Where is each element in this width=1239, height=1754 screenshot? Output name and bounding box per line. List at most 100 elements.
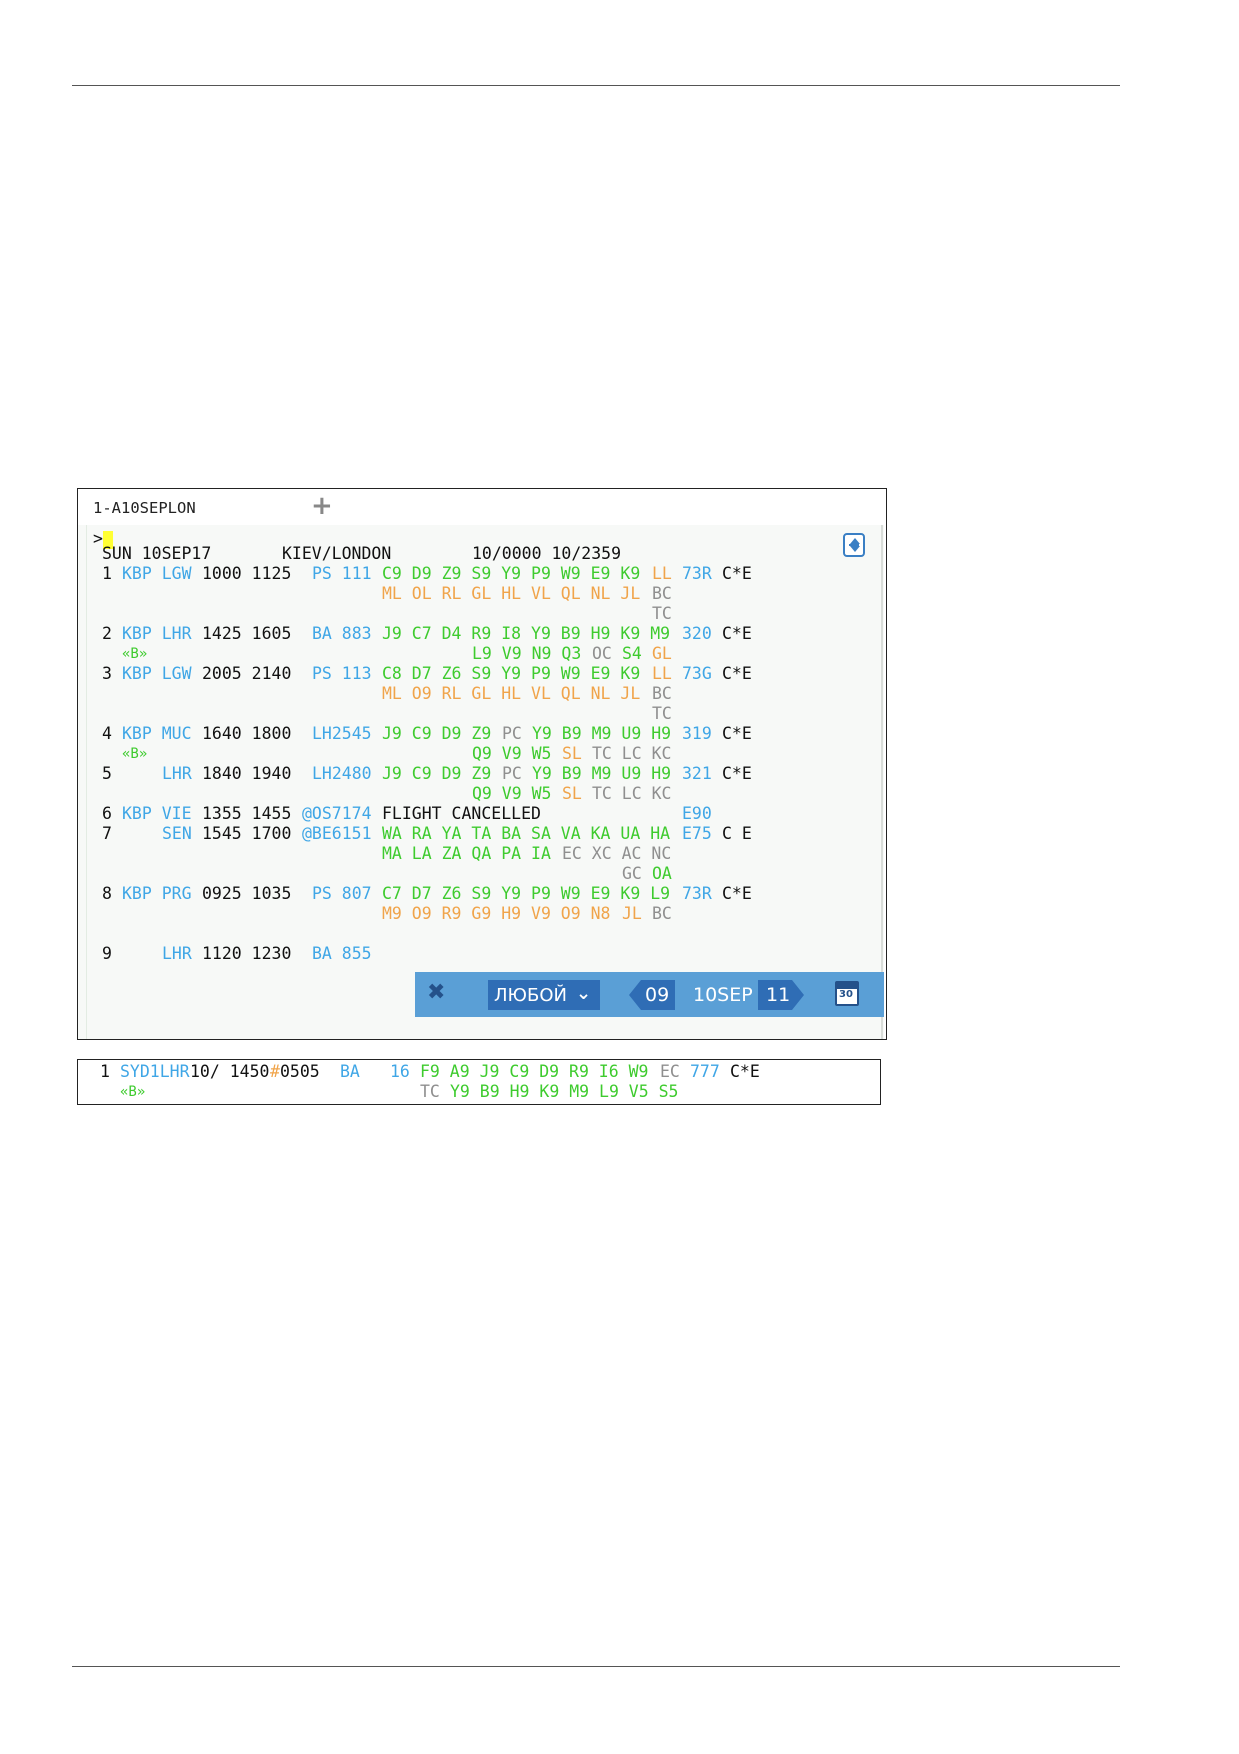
- terminal-text: LHR: [162, 764, 192, 783]
- terminal-text: BC: [652, 684, 672, 703]
- terminal-line: 4 KBP MUC 1640 1800 LH2545 J9 C9 D9 Z9 PC Y9 B…: [78, 724, 886, 744]
- chevron-down-icon: ⌄: [576, 983, 592, 1004]
- terminal-line: TC: [78, 704, 886, 724]
- terminal-text: GL: [652, 644, 672, 663]
- terminal-text: C*E: [722, 564, 752, 583]
- terminal-line: 1 KBP LGW 1000 1125 PS 111 C9 D9 Z9 S9 Y9 P9…: [78, 564, 886, 584]
- terminal-text: 1000 1125: [202, 564, 292, 583]
- terminal-text: 73R: [682, 884, 712, 903]
- terminal-text: KIEV/LONDON: [282, 544, 392, 563]
- plus-icon[interactable]: +: [311, 491, 333, 521]
- terminal-text: 0505: [280, 1062, 320, 1081]
- terminal-text: @OS7174: [302, 804, 372, 823]
- terminal-text: SEN: [162, 824, 192, 843]
- terminal-text: J9 C9 D9 Z9: [382, 764, 492, 783]
- terminal-text: 10/0000 10/2359: [472, 544, 622, 563]
- terminal-tab[interactable]: 1-A10SEPLON: [93, 499, 196, 517]
- terminal-text: J9 C9 D9 Z9: [382, 724, 492, 743]
- terminal-text: LL: [652, 564, 672, 583]
- terminal-text: KBP LGW: [122, 664, 192, 683]
- terminal-text: 1120 1230: [202, 944, 292, 963]
- terminal-text: C*E: [722, 624, 752, 643]
- terminal-text: F9 A9 J9 C9 D9 R9 I6 W9: [420, 1062, 649, 1081]
- terminal-line: 9 LHR 1120 1230 BA 855: [78, 944, 886, 964]
- terminal-text: 8: [102, 884, 112, 903]
- terminal-text: TC: [652, 704, 672, 723]
- terminal-text: 10/ 1450: [190, 1062, 270, 1081]
- terminal-text: OA: [652, 864, 672, 883]
- terminal-text: C8 D7 Z6 S9 Y9 P9 W9 E9 K9: [382, 664, 641, 683]
- terminal-window: 1-A10SEPLON + > SUN 10SEP17 KIEV/LONDON 10…: [77, 488, 887, 1040]
- terminal-line: 1 SYD1LHR 10/ 1450 #0505 BA 16 F9 A9 J9 C9 D9 …: [78, 1062, 880, 1082]
- terminal-text: 0925 1035: [202, 884, 292, 903]
- terminal-text: TC: [652, 604, 672, 623]
- terminal-text: JL: [622, 904, 642, 923]
- terminal-text: 73G: [682, 664, 712, 683]
- terminal-text: MA LA ZA QA PA IA: [382, 844, 551, 863]
- terminal-line: 3 KBP LGW 2005 2140 PS 113 C8 D7 Z6 S9 Y9 P9…: [78, 664, 886, 684]
- terminal-text: KBP LHR: [122, 624, 192, 643]
- terminal-text: 6: [102, 804, 112, 823]
- terminal-text: LH2545: [312, 724, 372, 743]
- terminal-text: 2005 2140: [202, 664, 292, 683]
- terminal-line: TC: [78, 604, 886, 624]
- terminal-text: PS 113: [312, 664, 372, 683]
- prev-date-button[interactable]: 09: [629, 980, 675, 1010]
- terminal-text: SL: [562, 784, 582, 803]
- calendar-icon-number: 30: [839, 989, 853, 1000]
- terminal-text: 7: [102, 824, 112, 843]
- terminal-text: #: [270, 1062, 280, 1081]
- terminal-text: TC: [420, 1082, 440, 1101]
- terminal-text: EC: [660, 1062, 680, 1081]
- terminal-text: C E: [722, 824, 752, 843]
- terminal-text: «B»: [122, 646, 148, 662]
- terminal-line: «B» Q9 V9 W5 SL TC LC KC: [78, 744, 886, 764]
- terminal-line: 5 LHR 1840 1940 LH2480 J9 C9 D9 Z9 PC Y9 B9 M9…: [78, 764, 886, 784]
- close-icon[interactable]: ✖: [427, 980, 445, 1005]
- terminal-text: WA RA YA TA BA SA VA KA UA HA: [382, 824, 671, 843]
- terminal-text: C*E: [722, 884, 752, 903]
- current-date: 10SEP: [693, 984, 753, 1006]
- terminal-text: KBP LGW: [122, 564, 192, 583]
- terminal-text: TC LC KC: [592, 744, 672, 763]
- terminal-text: Q9 V9 W5: [472, 744, 552, 763]
- terminal-text: LL: [652, 664, 672, 683]
- terminal-text: PC: [502, 764, 522, 783]
- terminal-text: Y9 B9 M9 U9 H9: [532, 724, 672, 743]
- terminal-line: 6 KBP VIE 1355 1455 @OS7174 FLIGHT CANCELLED…: [78, 804, 886, 824]
- terminal-text: Y9 B9 H9 K9 M9 L9 V5 S5: [450, 1082, 679, 1101]
- filter-select[interactable]: ЛЮБОЙ ⌄: [488, 980, 600, 1010]
- terminal-text: L9 V9 N9 Q3: [472, 644, 582, 663]
- terminal-text: Y9 B9 M9 U9 H9: [532, 764, 672, 783]
- terminal-text: C*E: [722, 724, 752, 743]
- terminal-line: ML O9 RL GL HL VL QL NL JL BC: [78, 684, 886, 704]
- terminal-text: 4: [102, 724, 112, 743]
- terminal-text: PS 111: [312, 564, 372, 583]
- terminal-text: BA 883: [312, 624, 372, 643]
- terminal-text: BA: [340, 1062, 360, 1081]
- terminal-text: S4: [622, 644, 642, 663]
- next-date-label: 11: [766, 984, 791, 1006]
- terminal-text: 1: [102, 564, 112, 583]
- terminal-text: 16: [390, 1062, 410, 1081]
- terminal-text: C*E: [730, 1062, 760, 1081]
- terminal-text: @BE6151: [302, 824, 372, 843]
- terminal-line: 7 SEN 1545 1700 @BE6151 WA RA YA TA BA SA VA…: [78, 824, 886, 844]
- terminal-text: KBP PRG: [122, 884, 192, 903]
- terminal-text: M9 O9 R9 G9 H9 V9 O9 N8: [382, 904, 611, 923]
- terminal-text: FLIGHT CANCELLED: [382, 804, 541, 823]
- terminal-text: C*E: [722, 764, 752, 783]
- terminal-line: MA LA ZA QA PA IA EC XC AC NC: [78, 844, 886, 864]
- terminal-text: 1640 1800: [202, 724, 292, 743]
- terminal-text: 1545 1700: [202, 824, 292, 843]
- next-date-button[interactable]: 11: [758, 980, 804, 1010]
- terminal-text: 321: [682, 764, 712, 783]
- terminal-line: «B» L9 V9 N9 Q3 OC S4 GL: [78, 644, 886, 664]
- terminal-line: M9 O9 R9 G9 H9 V9 O9 N8 JL BC: [78, 904, 886, 924]
- calendar-icon[interactable]: 30: [835, 981, 859, 1006]
- terminal-text: TC LC KC: [592, 784, 672, 803]
- terminal-text: J9 C7 D4 R9 I8 Y9 B9 H9 K9 M9: [382, 624, 671, 643]
- terminal-line: Q9 V9 W5 SL TC LC KC: [78, 784, 886, 804]
- terminal-text: C*E: [722, 664, 752, 683]
- terminal-text: C7 D7 Z6 S9 Y9 P9 W9 E9 K9 L9: [382, 884, 671, 903]
